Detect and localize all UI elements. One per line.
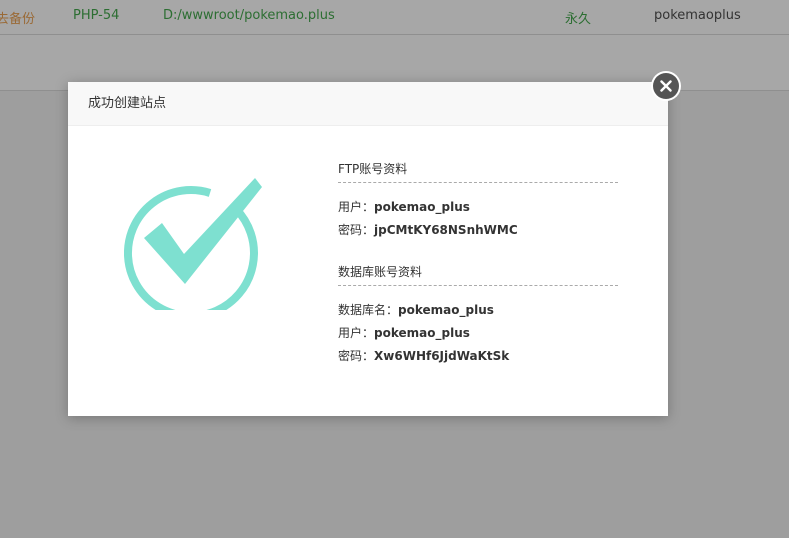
success-dialog: 成功创建站点 FTP账号资料 用户：pokemao_plus 密码：jpCMtK…: [68, 82, 668, 416]
db-user-line: 用户：pokemao_plus: [338, 324, 470, 341]
db-user-label: 用户：: [338, 326, 375, 340]
db-pass-label: 密码：: [338, 349, 375, 363]
site-note[interactable]: pokemaoplus: [654, 8, 741, 23]
dialog-header: 成功创建站点: [68, 82, 668, 126]
expire-link[interactable]: 永久: [565, 8, 591, 27]
ftp-user-line: 用户：pokemao_plus: [338, 198, 470, 215]
ftp-user-label: 用户：: [338, 200, 375, 214]
site-list-row: 去备份 PHP-54 D:/wwwroot/pokemao.plus 永久 po…: [0, 0, 789, 35]
php-version-link[interactable]: PHP-54: [73, 8, 119, 23]
db-name-line: 数据库名：pokemao_plus: [338, 301, 494, 318]
db-name-label: 数据库名：: [338, 303, 399, 317]
close-icon: [653, 73, 679, 99]
check-circle-icon: [124, 178, 262, 310]
db-pass-value: Xw6WHf6JjdWaKtSk: [374, 349, 510, 363]
ftp-pass-value: jpCMtKY68NSnhWMC: [374, 223, 518, 237]
db-pass-line: 密码：Xw6WHf6JjdWaKtSk: [338, 347, 509, 364]
ftp-section-title: FTP账号资料: [338, 160, 618, 183]
dialog-title: 成功创建站点: [88, 96, 167, 111]
db-user-value: pokemao_plus: [374, 326, 470, 340]
ftp-user-value: pokemao_plus: [374, 200, 470, 214]
db-name-value: pokemao_plus: [398, 303, 494, 317]
ftp-heading: FTP账号资料: [338, 162, 408, 176]
db-section-title: 数据库账号资料: [338, 263, 618, 286]
backup-link[interactable]: 去备份: [0, 8, 35, 27]
site-path-link[interactable]: D:/wwwroot/pokemao.plus: [163, 8, 335, 23]
ftp-pass-label: 密码：: [338, 223, 375, 237]
db-heading: 数据库账号资料: [338, 265, 423, 279]
close-button[interactable]: [651, 71, 681, 101]
ftp-pass-line: 密码：jpCMtKY68NSnhWMC: [338, 221, 518, 238]
